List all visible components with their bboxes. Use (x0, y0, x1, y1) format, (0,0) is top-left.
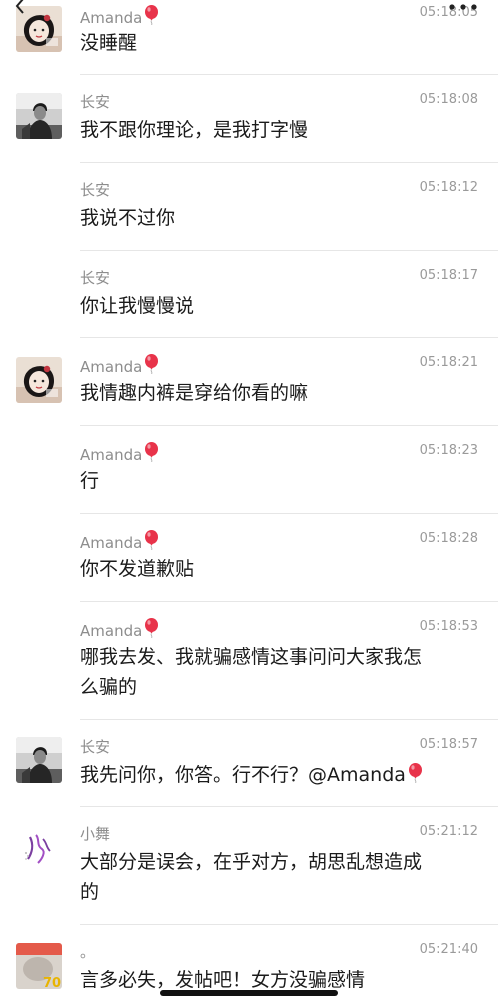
balloon-icon (145, 354, 159, 374)
avatar[interactable] (16, 737, 62, 783)
message-item[interactable]: 70。 05:21:40 言多必失，发帖吧！女方没骗感情 (0, 925, 498, 999)
message-line: 你让我慢慢说 (80, 295, 195, 317)
chevron-left-icon[interactable] (12, 0, 28, 14)
message-line: 我情趣内裤是穿给你看的嘛 (80, 382, 309, 404)
svg-text:70: 70 (43, 976, 61, 989)
sender-name: 长安 (80, 269, 111, 287)
avatar[interactable] (16, 357, 62, 403)
message-time: 05:18:57 (419, 737, 478, 752)
message-item[interactable]: Amanda 05:18:53 哪我去发、我就骗感情这事问问大家我怎 么骗的 (0, 602, 498, 720)
message-time: 05:18:23 (419, 443, 478, 458)
message-line: 我说不过你 (80, 207, 176, 229)
avatar[interactable] (16, 825, 62, 871)
sender-name: Amanda (80, 618, 159, 640)
message-time: 05:21:40 (419, 942, 478, 957)
message-item[interactable]: 长安 05:18:08 我不跟你理论，是我打字慢 (0, 75, 498, 163)
balloon-icon (145, 530, 159, 550)
sender-name: 长安 (80, 181, 111, 199)
message-item[interactable]: 小舞 05:21:12 大部分是误会，在乎对方，胡思乱想造成的 (0, 807, 498, 925)
sender-name: 。 (80, 943, 96, 961)
message-line: 没睡醒 (80, 32, 138, 54)
message-time: 05:18:53 (419, 619, 478, 634)
sender-name: Amanda (80, 354, 159, 376)
message-item[interactable]: 长安 05:18:17 你让我慢慢说 (0, 251, 498, 338)
message-line: 我不跟你理论，是我打字慢 (80, 119, 309, 141)
message-text: 行 (80, 466, 480, 496)
balloon-icon (145, 618, 159, 638)
message-line: 行 (80, 470, 100, 492)
message-time: 05:18:12 (419, 180, 478, 195)
message-item[interactable]: Amanda 05:18:21 我情趣内裤是穿给你看的嘛 (0, 338, 498, 426)
message-text: 你不发道歉贴 (80, 554, 480, 584)
message-item[interactable]: 长安 05:18:12 我说不过你 (0, 163, 498, 251)
sender-name: 长安 (80, 738, 111, 756)
message-line: 么骗的 (80, 676, 138, 698)
balloon-icon (145, 442, 159, 462)
message-line: 的 (80, 881, 100, 903)
sender-name: 小舞 (80, 825, 111, 843)
message-line: 哪我去发、我就骗感情这事问问大家我怎 (80, 646, 423, 668)
sender-name: Amanda (80, 530, 159, 552)
message-time: 05:18:28 (419, 531, 478, 546)
home-indicator (160, 990, 338, 996)
message-time: 05:21:12 (419, 824, 478, 839)
message-item[interactable]: Amanda 05:18:28 你不发道歉贴 (0, 514, 498, 602)
balloon-icon (408, 763, 422, 783)
top-bar (0, 0, 498, 14)
message-text: 哪我去发、我就骗感情这事问问大家我怎 么骗的 (80, 642, 480, 702)
message-text: 我先问你，你答。行不行？@Amanda (80, 760, 480, 790)
message-item[interactable]: Amanda 05:18:23 行 (0, 426, 498, 514)
message-text: 大部分是误会，在乎对方，胡思乱想造成的 (80, 847, 480, 907)
message-line: 我先问你，你答。行不行？@Amanda (80, 760, 480, 790)
avatar[interactable]: 70 (16, 943, 62, 989)
message-time: 05:18:08 (419, 92, 478, 107)
message-item[interactable]: 长安 05:18:57 我先问你，你答。行不行？@Amanda (0, 720, 498, 807)
message-text: 你让我慢慢说 (80, 291, 480, 321)
message-time: 05:18:21 (419, 355, 478, 370)
message-text: 我不跟你理论，是我打字慢 (80, 115, 480, 145)
message-time: 05:18:17 (419, 268, 478, 283)
more-dots-icon[interactable] (448, 3, 478, 11)
sender-name: Amanda (80, 442, 159, 464)
message-text: 没睡醒 (80, 28, 480, 58)
message-line: 大部分是误会，在乎对方，胡思乱想造成 (80, 851, 423, 873)
avatar[interactable] (16, 93, 62, 139)
message-text: 我说不过你 (80, 203, 480, 233)
message-line: 你不发道歉贴 (80, 558, 195, 580)
message-text: 我情趣内裤是穿给你看的嘛 (80, 378, 480, 408)
sender-name: 长安 (80, 93, 111, 111)
